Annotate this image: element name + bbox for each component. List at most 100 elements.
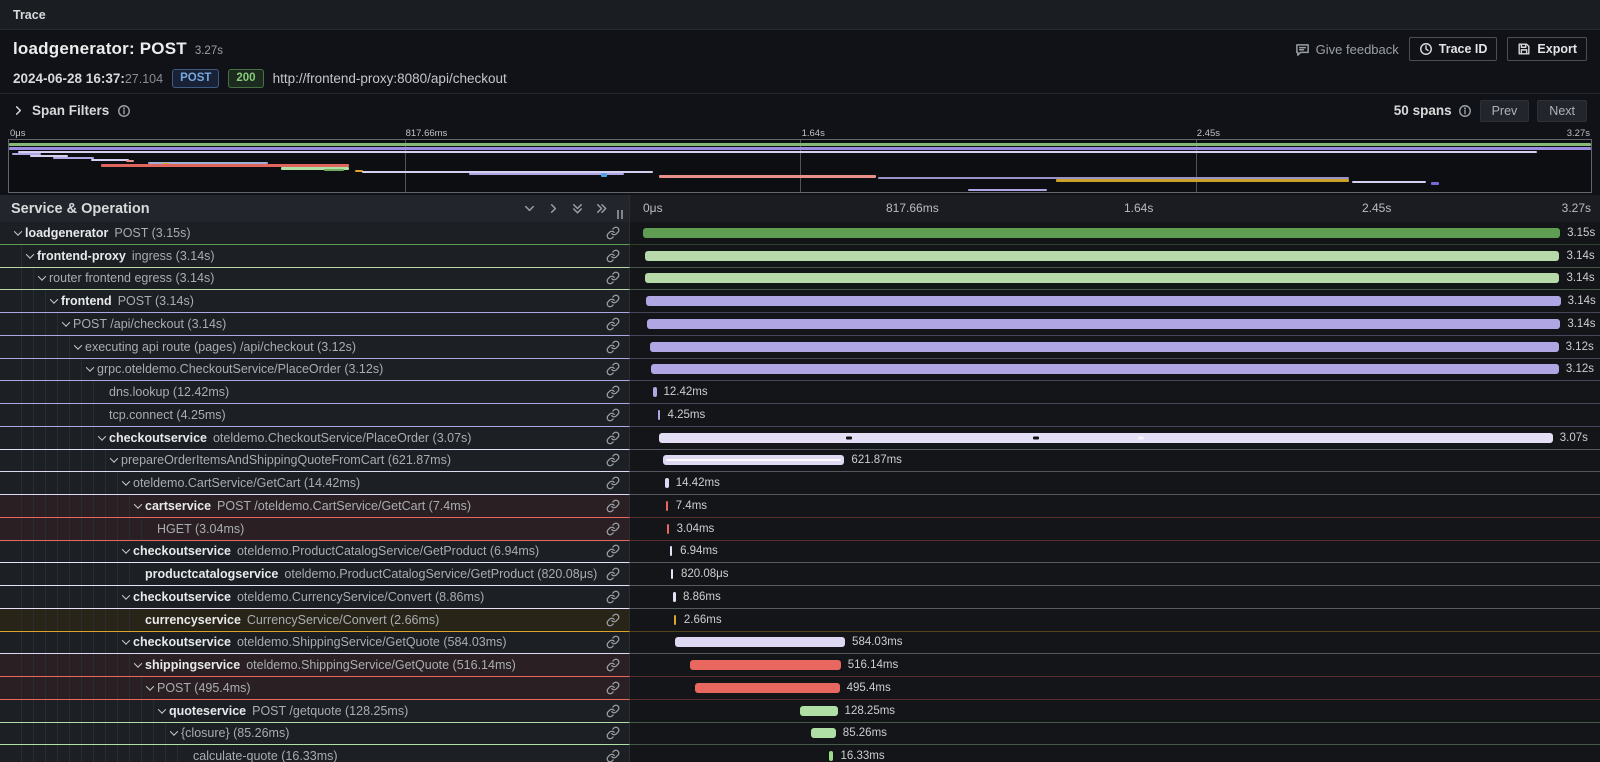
row-collapse-chevron[interactable] xyxy=(118,594,133,600)
prev-span-button[interactable]: Prev xyxy=(1480,100,1530,122)
span-bar[interactable] xyxy=(643,228,1560,238)
row-collapse-chevron[interactable] xyxy=(58,321,73,327)
span-timeline-cell[interactable]: 4.25ms xyxy=(630,404,1600,427)
span-bar[interactable] xyxy=(646,296,1560,306)
span-row[interactable]: POST /api/checkout (3.14s) 3.14s xyxy=(0,313,1600,336)
span-link-icon[interactable] xyxy=(606,681,620,695)
span-name-cell[interactable]: quoteservice POST /getquote (128.25ms) xyxy=(0,700,630,723)
span-bar[interactable] xyxy=(651,364,1559,374)
span-timeline-cell[interactable]: 16.33ms xyxy=(630,745,1600,762)
span-name-cell[interactable]: router frontend egress (3.14s) xyxy=(0,268,630,291)
row-collapse-chevron[interactable] xyxy=(130,503,145,509)
span-name-cell[interactable]: POST /api/checkout (3.14s) xyxy=(0,313,630,336)
span-timeline-cell[interactable]: 3.07s xyxy=(630,427,1600,450)
span-row[interactable]: currencyservice CurrencyService/Convert … xyxy=(0,609,1600,632)
span-row[interactable]: loadgenerator POST (3.15s) 3.15s xyxy=(0,222,1600,245)
minimap-canvas[interactable] xyxy=(8,139,1592,193)
span-name-cell[interactable]: frontend POST (3.14s) xyxy=(0,290,630,313)
span-name-cell[interactable]: HGET (3.04ms) xyxy=(0,518,630,541)
span-timeline-cell[interactable]: 820.08μs xyxy=(630,563,1600,586)
span-timeline-cell[interactable]: 584.03ms xyxy=(630,632,1600,655)
span-name-cell[interactable]: dns.lookup (12.42ms) xyxy=(0,381,630,404)
export-button[interactable]: Export xyxy=(1507,37,1587,61)
span-timeline-cell[interactable]: 3.14s xyxy=(630,268,1600,291)
span-link-icon[interactable] xyxy=(606,613,620,627)
span-timeline-cell[interactable]: 3.15s xyxy=(630,222,1600,245)
span-bar[interactable] xyxy=(665,478,669,488)
row-collapse-chevron[interactable] xyxy=(106,457,121,463)
span-name-cell[interactable]: oteldemo.CartService/GetCart (14.42ms) xyxy=(0,472,630,495)
span-timeline-cell[interactable]: 7.4ms xyxy=(630,495,1600,518)
span-name-cell[interactable]: calculate-quote (16.33ms) xyxy=(0,745,630,762)
span-row[interactable]: productcatalogservice oteldemo.ProductCa… xyxy=(0,563,1600,586)
row-collapse-chevron[interactable] xyxy=(118,548,133,554)
row-collapse-chevron[interactable] xyxy=(142,685,157,691)
span-link-icon[interactable] xyxy=(606,522,620,536)
span-timeline-cell[interactable]: 495.4ms xyxy=(630,677,1600,700)
span-row[interactable]: frontend-proxy ingress (3.14s) 3.14s xyxy=(0,245,1600,268)
span-link-icon[interactable] xyxy=(606,453,620,467)
span-name-cell[interactable]: executing api route (pages) /api/checkou… xyxy=(0,336,630,359)
span-name-cell[interactable]: grpc.oteldemo.CheckoutService/PlaceOrder… xyxy=(0,359,630,382)
span-timeline-cell[interactable]: 14.42ms xyxy=(630,472,1600,495)
span-timeline-cell[interactable]: 85.26ms xyxy=(630,723,1600,746)
span-bar[interactable] xyxy=(650,342,1558,352)
span-link-icon[interactable] xyxy=(606,385,620,399)
span-timeline-cell[interactable]: 3.12s xyxy=(630,359,1600,382)
span-bar[interactable] xyxy=(645,273,1559,283)
span-name-cell[interactable]: shippingservice oteldemo.ShippingService… xyxy=(0,654,630,677)
span-bar[interactable] xyxy=(695,683,839,693)
span-bar[interactable] xyxy=(670,546,672,556)
expand-one-icon[interactable] xyxy=(546,201,561,216)
row-collapse-chevron[interactable] xyxy=(130,662,145,668)
span-link-icon[interactable] xyxy=(606,408,620,422)
span-link-icon[interactable] xyxy=(606,249,620,263)
span-row[interactable]: {closure} (85.26ms) 85.26ms xyxy=(0,723,1600,746)
span-row[interactable]: HGET (3.04ms) 3.04ms xyxy=(0,518,1600,541)
row-collapse-chevron[interactable] xyxy=(70,344,85,350)
span-bar[interactable] xyxy=(673,592,676,602)
span-bar[interactable] xyxy=(666,501,668,511)
span-row[interactable]: checkoutservice oteldemo.CheckoutService… xyxy=(0,427,1600,450)
span-row[interactable]: checkoutservice oteldemo.ProductCatalogS… xyxy=(0,541,1600,564)
span-name-cell[interactable]: {closure} (85.26ms) xyxy=(0,723,630,746)
info-icon[interactable] xyxy=(117,104,131,118)
collapse-all-icon[interactable] xyxy=(570,201,585,216)
span-link-icon[interactable] xyxy=(606,499,620,513)
span-timeline-cell[interactable]: 3.12s xyxy=(630,336,1600,359)
row-collapse-chevron[interactable] xyxy=(22,253,37,259)
span-bar[interactable] xyxy=(653,387,657,397)
span-timeline-cell[interactable]: 6.94ms xyxy=(630,541,1600,564)
row-collapse-chevron[interactable] xyxy=(166,730,181,736)
row-collapse-chevron[interactable] xyxy=(94,435,109,441)
span-bar[interactable] xyxy=(675,637,845,647)
span-row[interactable]: shippingservice oteldemo.ShippingService… xyxy=(0,654,1600,677)
span-bar[interactable] xyxy=(667,524,669,534)
span-filters-toggle[interactable]: Span Filters xyxy=(13,103,131,118)
span-link-icon[interactable] xyxy=(606,658,620,672)
span-timeline-cell[interactable]: 3.14s xyxy=(630,313,1600,336)
span-link-icon[interactable] xyxy=(606,340,620,354)
span-timeline-cell[interactable]: 12.42ms xyxy=(630,381,1600,404)
span-timeline-cell[interactable]: 516.14ms xyxy=(630,654,1600,677)
next-span-button[interactable]: Next xyxy=(1537,100,1587,122)
span-name-cell[interactable]: checkoutservice oteldemo.ShippingService… xyxy=(0,632,630,655)
span-row[interactable]: quoteservice POST /getquote (128.25ms) 1… xyxy=(0,700,1600,723)
span-link-icon[interactable] xyxy=(606,704,620,718)
row-collapse-chevron[interactable] xyxy=(118,639,133,645)
span-link-icon[interactable] xyxy=(606,362,620,376)
span-row[interactable]: checkoutservice oteldemo.ShippingService… xyxy=(0,632,1600,655)
collapse-one-icon[interactable] xyxy=(522,201,537,216)
span-name-cell[interactable]: checkoutservice oteldemo.ProductCatalogS… xyxy=(0,541,630,564)
span-bar[interactable] xyxy=(663,455,844,465)
span-name-cell[interactable]: cartservice POST /oteldemo.CartService/G… xyxy=(0,495,630,518)
row-collapse-chevron[interactable] xyxy=(82,366,97,372)
row-collapse-chevron[interactable] xyxy=(10,230,25,236)
span-link-icon[interactable] xyxy=(606,476,620,490)
span-link-icon[interactable] xyxy=(606,590,620,604)
span-link-icon[interactable] xyxy=(606,635,620,649)
span-timeline-cell[interactable]: 3.14s xyxy=(630,290,1600,313)
trace-id-button[interactable]: Trace ID xyxy=(1409,37,1498,61)
span-name-cell[interactable]: currencyservice CurrencyService/Convert … xyxy=(0,609,630,632)
span-bar[interactable] xyxy=(690,660,840,670)
